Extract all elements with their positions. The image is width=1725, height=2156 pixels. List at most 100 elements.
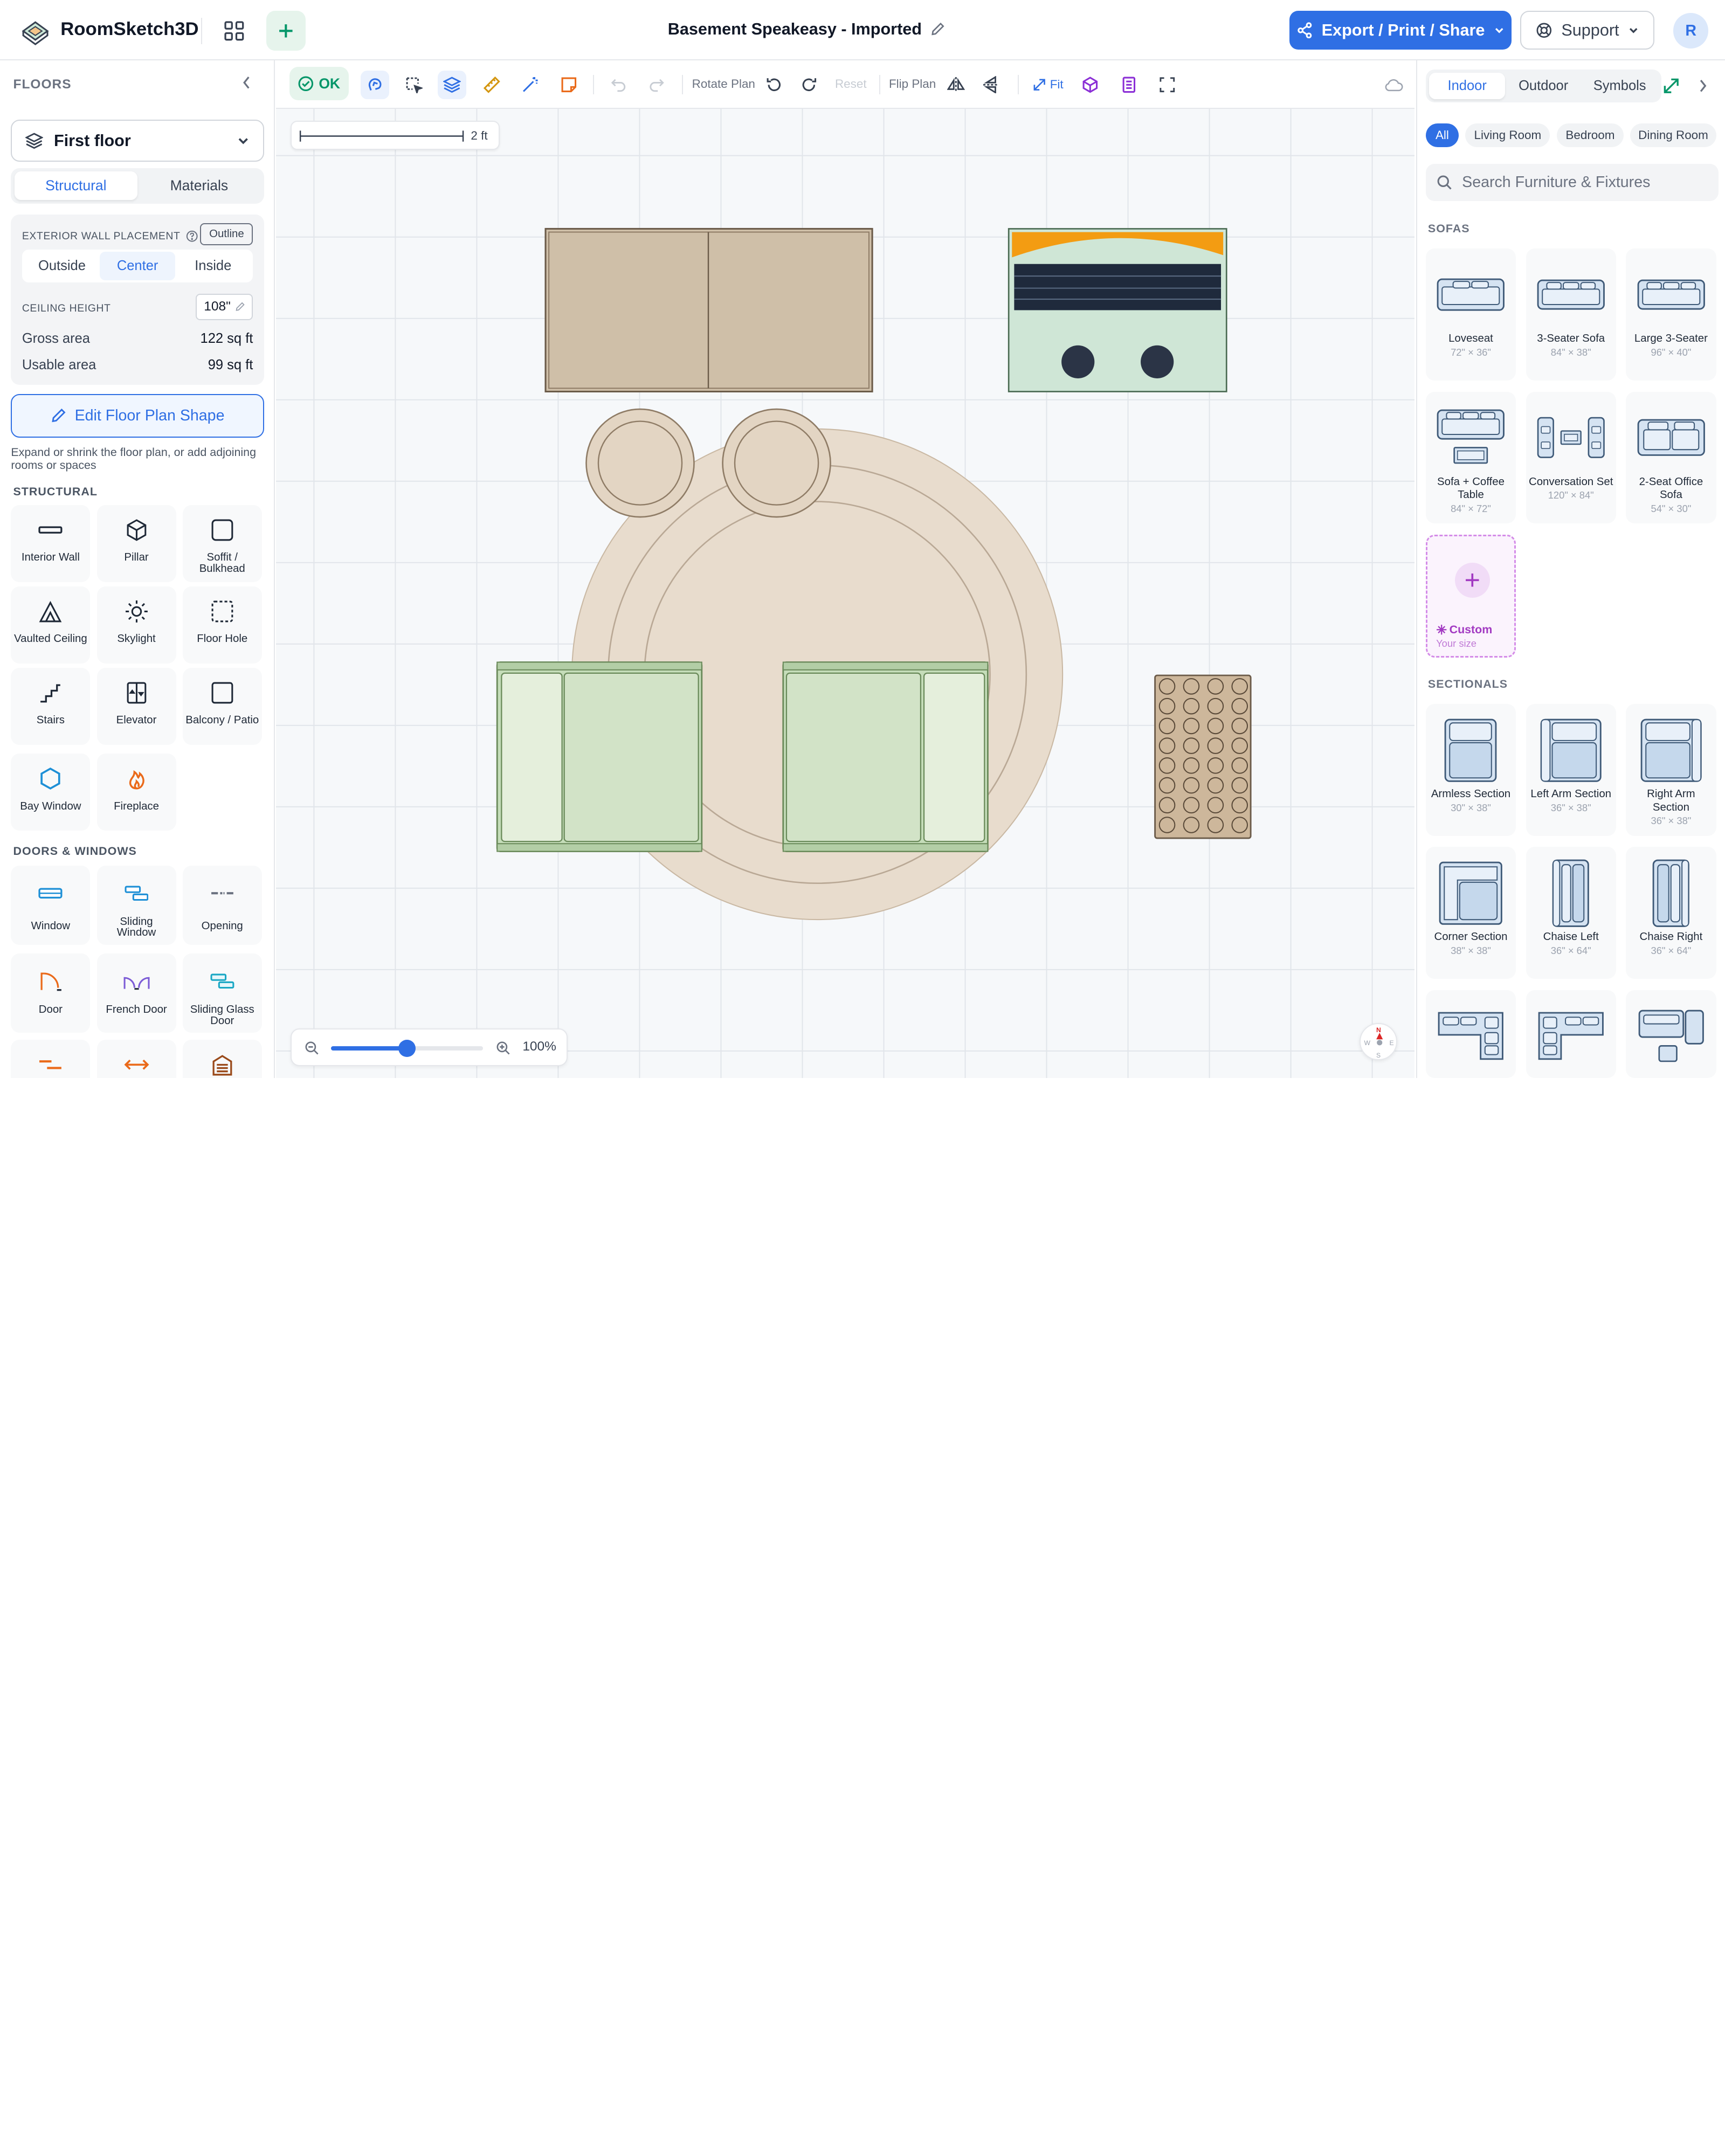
placement-inside[interactable]: Inside bbox=[175, 252, 251, 280]
tool-opening[interactable]: Opening bbox=[182, 866, 262, 945]
catalog-item-3-seater-sofa[interactable]: 3-Seater Sofa 84" × 38" bbox=[1526, 248, 1616, 381]
catalog-item-large-3-seater[interactable]: Large 3-Seater 96" × 40" bbox=[1626, 248, 1716, 381]
edit-floor-plan-shape-button[interactable]: Edit Floor Plan Shape bbox=[11, 393, 264, 438]
chaise-sofa-right[interactable] bbox=[782, 661, 989, 852]
tool-sliding-glass-door[interactable]: Sliding Glass Door bbox=[182, 953, 262, 1033]
tab-structural[interactable]: Structural bbox=[14, 171, 138, 201]
tab-indoor[interactable]: Indoor bbox=[1429, 72, 1506, 99]
reset-rotation-button[interactable]: Reset bbox=[835, 77, 867, 91]
redo-button[interactable] bbox=[643, 71, 671, 99]
placement-outside[interactable]: Outside bbox=[24, 252, 100, 280]
export-print-share-button[interactable]: Export / Print / Share bbox=[1289, 11, 1512, 50]
fullscreen-button[interactable] bbox=[1153, 71, 1182, 99]
expand-panel-icon[interactable] bbox=[1664, 78, 1679, 94]
rotate-left-button[interactable] bbox=[760, 71, 789, 99]
3d-view-button[interactable] bbox=[1076, 71, 1105, 99]
select-tool-button[interactable] bbox=[399, 71, 428, 99]
filter-all[interactable]: All bbox=[1425, 123, 1459, 148]
chevron-right-icon[interactable] bbox=[1698, 78, 1708, 94]
tool-sliding-window[interactable]: Sliding Window bbox=[96, 866, 176, 945]
new-project-button[interactable] bbox=[266, 11, 306, 51]
chaise-sofa-left[interactable] bbox=[496, 661, 703, 852]
support-button[interactable]: Support bbox=[1520, 11, 1655, 50]
custom-size-card[interactable]: Custom Your size bbox=[1425, 534, 1516, 658]
project-title[interactable]: Basement Speakeasy - Imported bbox=[668, 20, 945, 39]
tool-elevator[interactable]: Elevator bbox=[96, 667, 176, 745]
measure-tool-button[interactable] bbox=[478, 71, 506, 99]
catalog-item-corner-section[interactable]: Corner Section 38" × 38" bbox=[1425, 847, 1516, 979]
tab-symbols[interactable]: Symbols bbox=[1582, 73, 1658, 99]
catalog-item-sofa-coffee-table[interactable]: Sofa + Coffee Table 84" × 72" bbox=[1425, 391, 1516, 524]
status-ok-button[interactable]: OK bbox=[289, 67, 349, 100]
wall-placement-segment: Outside Center Inside bbox=[22, 250, 253, 283]
dashboard-grid-icon[interactable] bbox=[220, 17, 249, 45]
rotate-right-button[interactable] bbox=[794, 71, 823, 99]
flip-horizontal-button[interactable] bbox=[942, 71, 970, 99]
tool-stairs[interactable]: Stairs bbox=[11, 667, 91, 745]
compass-widget[interactable]: N W E S bbox=[1360, 1022, 1397, 1061]
tab-outdoor[interactable]: Outdoor bbox=[1505, 73, 1582, 99]
catalog-item-2-seat-office-sofa[interactable]: 2-Seat Office Sofa 54" × 30" bbox=[1626, 391, 1716, 524]
catalog-item-armless-section[interactable]: Armless Section 30" × 38" bbox=[1425, 704, 1516, 836]
catalog-item-loveseat[interactable]: Loveseat 72" × 36" bbox=[1425, 248, 1516, 381]
tool-more-1[interactable] bbox=[11, 1039, 91, 1078]
tool-soffit-bulkhead[interactable]: Soffit / Bulkhead bbox=[182, 505, 262, 582]
fit-button[interactable]: Fit bbox=[1026, 71, 1071, 99]
zoom-slider-track[interactable] bbox=[331, 1039, 483, 1058]
report-button[interactable] bbox=[1114, 71, 1143, 99]
tool-more-2[interactable] bbox=[96, 1039, 176, 1078]
jukebox[interactable] bbox=[1008, 228, 1227, 392]
catalog-item-chaise-left[interactable]: Chaise Left 36" × 64" bbox=[1526, 847, 1616, 979]
bar-cabinet[interactable] bbox=[544, 227, 873, 393]
catalog-item-sectional-l-left[interactable] bbox=[1425, 990, 1516, 1078]
catalog-item-conversation-set[interactable]: Conversation Set 120" × 84" bbox=[1526, 391, 1616, 524]
catalog-item-right-arm-section[interactable]: Right Arm Section 36" × 38" bbox=[1626, 704, 1716, 836]
bar-stool[interactable] bbox=[722, 408, 832, 518]
ceiling-height-input[interactable]: 108" bbox=[196, 293, 253, 320]
zoom-in-icon[interactable] bbox=[496, 1041, 510, 1055]
catalog-item-sectional-ottoman[interactable] bbox=[1626, 990, 1716, 1078]
bar-stool[interactable] bbox=[585, 408, 695, 518]
tab-materials[interactable]: Materials bbox=[137, 171, 261, 200]
placement-center[interactable]: Center bbox=[100, 252, 176, 281]
tool-skylight[interactable]: Skylight bbox=[96, 586, 176, 664]
magic-wand-button[interactable] bbox=[516, 71, 544, 99]
tool-floor-hole[interactable]: Floor Hole bbox=[182, 586, 262, 664]
outline-toggle-button[interactable]: Outline bbox=[200, 223, 253, 246]
tool-balcony-patio[interactable]: Balcony / Patio bbox=[182, 667, 262, 745]
tool-vaulted-ceiling[interactable]: Vaulted Ceiling bbox=[11, 586, 91, 664]
catalog-item-chaise-right[interactable]: Chaise Right 36" × 64" bbox=[1626, 847, 1716, 979]
floor-select[interactable]: First floor bbox=[11, 120, 264, 162]
catalog-item-sectional-l-right[interactable] bbox=[1526, 990, 1616, 1078]
pencil-icon[interactable] bbox=[930, 22, 945, 37]
filter-dining-room[interactable]: Dining Room bbox=[1630, 123, 1716, 148]
tool-fireplace[interactable]: Fireplace bbox=[96, 753, 176, 831]
snap-tool-button[interactable] bbox=[361, 70, 390, 99]
tool-pillar[interactable]: Pillar bbox=[96, 505, 176, 582]
floor-plan-canvas[interactable]: 2 ft 100% N W E S bbox=[276, 109, 1415, 1078]
filter-bedroom[interactable]: Bedroom bbox=[1556, 123, 1624, 148]
layers-tool-button[interactable] bbox=[438, 70, 467, 99]
flip-vertical-button[interactable] bbox=[977, 71, 1005, 99]
filter-living-room[interactable]: Living Room bbox=[1465, 123, 1550, 148]
undo-button[interactable] bbox=[604, 71, 632, 99]
cloud-sync-button[interactable] bbox=[1379, 71, 1408, 99]
furniture-search[interactable]: Search Furniture & Fixtures bbox=[1425, 164, 1719, 202]
tool-interior-wall[interactable]: Interior Wall bbox=[11, 505, 91, 582]
zoom-slider-handle[interactable] bbox=[398, 1039, 416, 1058]
tool-door[interactable]: Door bbox=[11, 953, 91, 1033]
tool-french-door[interactable]: French Door bbox=[96, 953, 176, 1033]
zoom-out-icon[interactable] bbox=[305, 1041, 319, 1055]
catalog-item-dims: 84" × 72" bbox=[1451, 502, 1491, 514]
tool-window[interactable]: Window bbox=[11, 866, 91, 945]
usable-area-label: Usable area bbox=[22, 357, 96, 373]
catalog-item-left-arm-section[interactable]: Left Arm Section 36" × 38" bbox=[1526, 704, 1616, 836]
tool-more-3[interactable] bbox=[182, 1039, 262, 1078]
user-avatar[interactable]: R bbox=[1673, 13, 1709, 49]
help-icon[interactable] bbox=[186, 230, 198, 242]
notes-tool-button[interactable] bbox=[555, 71, 583, 99]
tool-bay-window[interactable]: Bay Window bbox=[11, 753, 91, 831]
wine-rack[interactable] bbox=[1154, 674, 1252, 839]
collapse-sidebar-icon[interactable] bbox=[240, 75, 253, 91]
left-sidebar: FLOORS First floor Structural Materials … bbox=[0, 60, 275, 1078]
